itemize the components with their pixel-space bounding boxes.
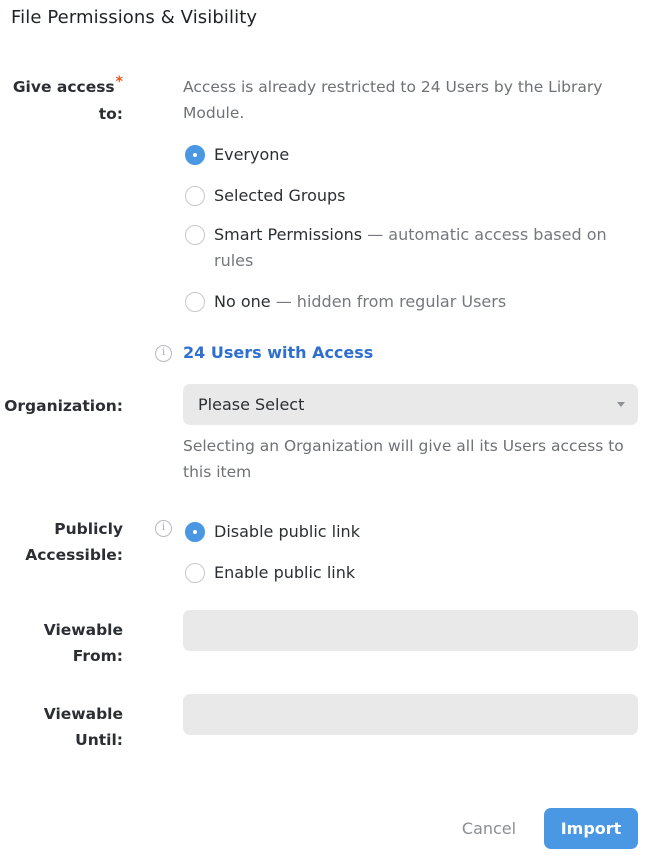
users-with-access-link[interactable]: 24 Users with Access <box>183 341 373 365</box>
viewable-from-field[interactable] <box>183 610 638 651</box>
radio-label: Disable public link <box>214 522 360 541</box>
radio-everyone[interactable]: Everyone <box>185 142 634 168</box>
organization-label: Organization: <box>4 397 123 415</box>
radio-button[interactable] <box>185 186 205 206</box>
viewable-from-label-line1: Viewable <box>43 621 123 639</box>
viewable-until-label: Viewable Until: <box>44 701 123 753</box>
organization-select-value: Please Select <box>198 395 305 414</box>
organization-help: Selecting an Organization will give all … <box>183 437 624 481</box>
viewable-until-label-line2: Until: <box>75 731 123 749</box>
radio-button[interactable] <box>185 225 205 245</box>
radio-button[interactable] <box>185 563 205 583</box>
organization-select[interactable]: Please Select <box>183 384 638 425</box>
viewable-until-field[interactable] <box>183 694 638 735</box>
publicly-accessible-label: Publicly Accessible: <box>25 516 123 568</box>
radio-button-checked[interactable] <box>185 522 205 542</box>
info-icon[interactable]: i <box>155 345 172 362</box>
import-button[interactable]: Import <box>544 808 638 849</box>
radio-selected-groups[interactable]: Selected Groups <box>185 183 634 209</box>
radio-label: No one <box>214 292 271 311</box>
radio-smart-permissions[interactable]: Smart Permissions — automatic access bas… <box>185 222 634 274</box>
info-icon[interactable]: i <box>155 520 172 537</box>
radio-detail: — hidden from regular Users <box>275 292 507 311</box>
radio-label: Enable public link <box>214 563 356 582</box>
radio-button-checked[interactable] <box>185 145 205 165</box>
cancel-button[interactable]: Cancel <box>447 815 531 843</box>
viewable-from-label-line2: From: <box>72 647 123 665</box>
radio-disable-public-link[interactable]: Disable public link <box>185 519 634 545</box>
viewable-from-label: Viewable From: <box>44 617 123 669</box>
radio-label: Selected Groups <box>214 186 346 205</box>
radio-no-one[interactable]: No one — hidden from regular Users <box>185 289 634 315</box>
give-access-help: Access is already restricted to 24 Users… <box>183 78 603 122</box>
radio-label: Smart Permissions <box>214 225 363 244</box>
publicly-accessible-label-line2: Accessible: <box>25 546 123 564</box>
page-title: File Permissions & Visibility <box>11 7 258 28</box>
give-access-label-line2: to: <box>98 105 123 123</box>
give-access-label-line1: Give access <box>12 78 115 96</box>
viewable-until-label-line1: Viewable <box>43 705 123 723</box>
required-asterisk: * <box>115 74 123 90</box>
radio-enable-public-link[interactable]: Enable public link <box>185 560 634 586</box>
publicly-accessible-label-line1: Publicly <box>54 520 123 538</box>
radio-label: Everyone <box>214 145 290 164</box>
chevron-down-icon <box>617 402 625 407</box>
give-access-label: Give access* to: <box>13 74 123 127</box>
radio-button[interactable] <box>185 292 205 312</box>
